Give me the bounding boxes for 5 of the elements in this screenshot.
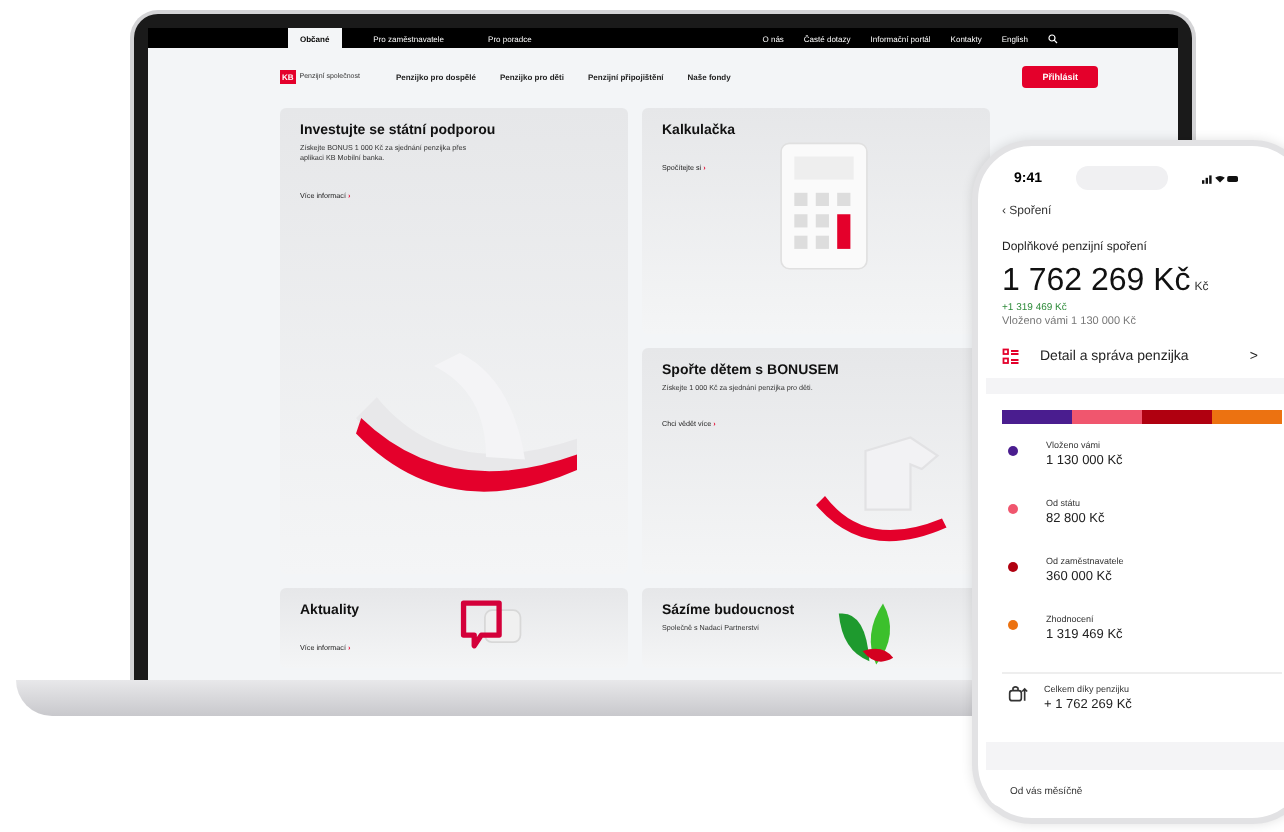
balance-amount: 1 762 269 Kč <box>1002 264 1191 300</box>
list-icon <box>1002 348 1020 366</box>
search-icon[interactable] <box>1048 33 1058 43</box>
calculator-drawing <box>774 140 874 272</box>
status-icons <box>1201 173 1238 183</box>
